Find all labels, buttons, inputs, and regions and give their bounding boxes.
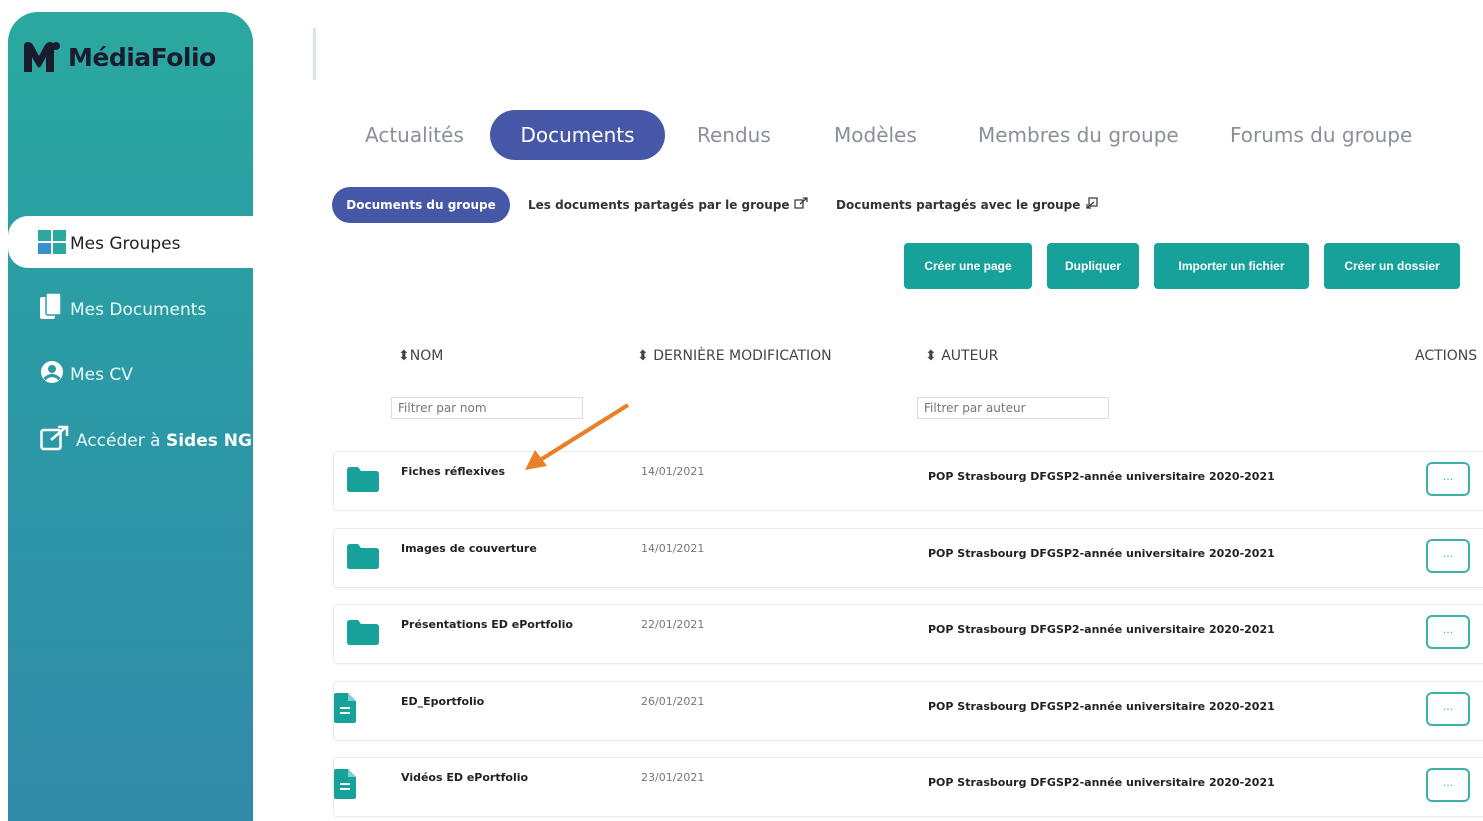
tab-rendus[interactable]: Rendus <box>697 110 771 160</box>
row-name[interactable]: Images de couverture <box>401 542 537 555</box>
documents-icon <box>40 292 64 326</box>
sidebar-item-mes-groupes[interactable]: Mes Groupes <box>8 216 314 268</box>
row-date: 14/01/2021 <box>641 465 705 478</box>
row-author: POP Strasbourg DFGSP2-année universitair… <box>928 623 1275 636</box>
filter-author-input[interactable] <box>917 397 1109 419</box>
create-page-button[interactable]: Créer une page <box>904 243 1032 289</box>
table-row[interactable]: ED_Eportfolio 26/01/2021 POP Strasbourg … <box>333 681 1483 741</box>
sidebar-item-label: Mes CV <box>70 364 133 385</box>
table-row[interactable]: Présentations ED ePortfolio 22/01/2021 P… <box>333 604 1483 664</box>
sidebar <box>8 12 253 821</box>
row-name[interactable]: Vidéos ED ePortfolio <box>401 771 528 784</box>
sidebar-item-label: Mes Documents <box>70 299 207 320</box>
column-header-name[interactable]: ⬍NOM <box>398 348 443 364</box>
row-actions-button[interactable]: ... <box>1426 692 1470 726</box>
column-header-author[interactable]: ⬍ AUTEUR <box>925 348 998 364</box>
user-circle-icon <box>40 360 64 389</box>
subtab-label: Les documents partagés par le groupe <box>528 198 790 212</box>
row-actions-button[interactable]: ... <box>1426 539 1470 573</box>
create-folder-button[interactable]: Créer un dossier <box>1324 243 1460 289</box>
subtab-partages-avec-groupe[interactable]: Documents partagés avec le groupe <box>836 187 1099 223</box>
external-link-icon <box>40 425 70 456</box>
sidebar-item-sides-ng[interactable]: Accéder à Sides NG <box>40 425 252 456</box>
folder-icon <box>347 466 379 496</box>
tab-documents[interactable]: Documents <box>490 110 665 160</box>
subtab-documents-du-groupe[interactable]: Documents du groupe <box>332 187 510 223</box>
sidebar-item-label: Mes Groupes <box>70 234 181 254</box>
table-row[interactable]: Vidéos ED ePortfolio 23/01/2021 POP Stra… <box>333 757 1483 817</box>
sidebar-item-label: Accéder à Sides NG <box>76 430 252 451</box>
row-date: 22/01/2021 <box>641 618 705 631</box>
row-date: 26/01/2021 <box>641 695 705 708</box>
subtab-label: Documents partagés avec le groupe <box>836 198 1081 212</box>
row-name[interactable]: ED_Eportfolio <box>401 695 484 708</box>
table-row[interactable]: Images de couverture 14/01/2021 POP Stra… <box>333 528 1483 588</box>
sidebar-item-mes-cv[interactable]: Mes CV <box>40 360 133 389</box>
row-actions-button[interactable]: ... <box>1426 768 1470 802</box>
sidebar-spacer <box>253 12 315 227</box>
brand-name: MédiaFolio <box>68 42 216 72</box>
tab-modeles[interactable]: Modèles <box>834 110 917 160</box>
brand[interactable]: MédiaFolio <box>22 40 216 74</box>
row-date: 23/01/2021 <box>641 771 705 784</box>
tab-actualites[interactable]: Actualités <box>365 110 464 160</box>
row-actions-button[interactable]: ... <box>1426 462 1470 496</box>
row-author: POP Strasbourg DFGSP2-année universitair… <box>928 547 1275 560</box>
grid-icon <box>38 230 66 258</box>
file-icon <box>334 769 356 803</box>
row-author: POP Strasbourg DFGSP2-année universitair… <box>928 776 1275 789</box>
annotation-arrow-icon <box>525 403 630 470</box>
mediafolio-logo-icon <box>22 40 60 74</box>
import-file-button[interactable]: Importer un fichier <box>1154 243 1309 289</box>
table-row[interactable]: Fiches réflexives 14/01/2021 POP Strasbo… <box>333 451 1483 511</box>
duplicate-button[interactable]: Dupliquer <box>1047 243 1139 289</box>
tab-forums[interactable]: Forums du groupe <box>1230 110 1412 160</box>
divider <box>313 28 316 80</box>
tab-membres[interactable]: Membres du groupe <box>978 110 1179 160</box>
share-out-icon <box>794 197 808 212</box>
folder-icon <box>347 543 379 573</box>
row-actions-button[interactable]: ... <box>1426 615 1470 649</box>
share-in-icon <box>1085 197 1099 212</box>
file-icon <box>334 693 356 727</box>
sidebar-item-mes-documents[interactable]: Mes Documents <box>40 292 207 326</box>
subtab-partages-par-groupe[interactable]: Les documents partagés par le groupe <box>528 187 808 223</box>
row-date: 14/01/2021 <box>641 542 705 555</box>
row-author: POP Strasbourg DFGSP2-année universitair… <box>928 470 1275 483</box>
row-author: POP Strasbourg DFGSP2-année universitair… <box>928 700 1275 713</box>
column-header-actions: ACTIONS <box>1415 348 1478 364</box>
folder-icon <box>347 619 379 649</box>
column-header-modified[interactable]: ⬍ DERNIÈRE MODIFICATION <box>637 348 832 364</box>
row-name[interactable]: Présentations ED ePortfolio <box>401 618 573 631</box>
row-name[interactable]: Fiches réflexives <box>401 465 505 478</box>
